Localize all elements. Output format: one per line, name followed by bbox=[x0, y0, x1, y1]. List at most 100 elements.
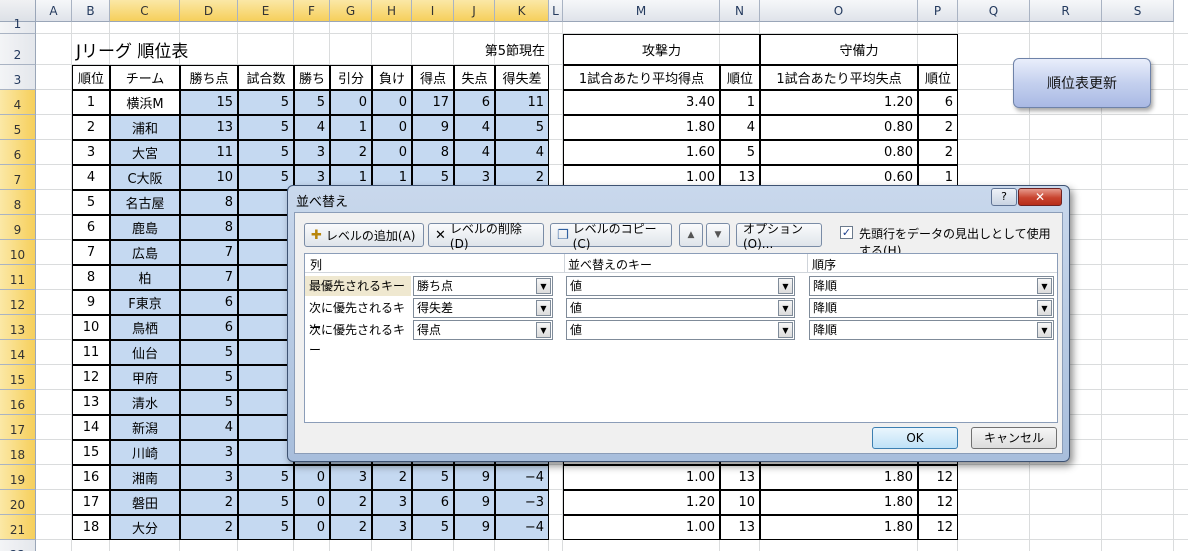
rank-cell[interactable]: 13 bbox=[72, 390, 110, 415]
points-cell[interactable]: 5 bbox=[180, 340, 238, 365]
defense-rank-cell[interactable]: 12 bbox=[918, 490, 958, 515]
team-cell[interactable]: 名古屋 bbox=[110, 190, 180, 215]
games-cell[interactable] bbox=[238, 415, 294, 440]
column-header-S[interactable]: S bbox=[1102, 0, 1174, 22]
defense-avg-cell[interactable]: 1.80 bbox=[760, 490, 918, 515]
sort-column-dropdown[interactable]: 得失差 ▼ bbox=[413, 298, 553, 318]
team-cell[interactable]: 新潟 bbox=[110, 415, 180, 440]
goal-diff-cell[interactable]: 4 bbox=[495, 140, 549, 165]
row-header-12[interactable]: 12 bbox=[0, 290, 36, 315]
cancel-button[interactable]: キャンセル bbox=[971, 427, 1057, 449]
team-cell[interactable]: 大宮 bbox=[110, 140, 180, 165]
points-cell[interactable]: 13 bbox=[180, 115, 238, 140]
attack-avg-cell[interactable]: 1.60 bbox=[563, 140, 720, 165]
rank-cell[interactable]: 12 bbox=[72, 365, 110, 390]
column-header-J[interactable]: J bbox=[454, 0, 495, 22]
wins-cell[interactable]: 5 bbox=[294, 90, 330, 115]
chevron-down-icon[interactable]: ▼ bbox=[536, 300, 551, 316]
points-cell[interactable]: 4 bbox=[180, 415, 238, 440]
close-button[interactable]: ✕ bbox=[1018, 188, 1062, 206]
games-cell[interactable]: 5 bbox=[238, 515, 294, 540]
chevron-down-icon[interactable]: ▼ bbox=[1037, 322, 1052, 338]
column-header-Q[interactable]: Q bbox=[958, 0, 1030, 22]
goal-diff-cell[interactable]: 5 bbox=[495, 115, 549, 140]
sort-key-dropdown[interactable]: 値 ▼ bbox=[566, 298, 795, 318]
defense-header[interactable]: 守備力 bbox=[760, 34, 958, 65]
points-cell[interactable]: 7 bbox=[180, 240, 238, 265]
goals-for-cell[interactable]: 17 bbox=[412, 90, 454, 115]
attack-rank-header[interactable]: 順位 bbox=[720, 65, 760, 90]
draws-cell[interactable]: 0 bbox=[330, 90, 372, 115]
rank-cell[interactable]: 15 bbox=[72, 440, 110, 465]
draws-cell[interactable]: 2 bbox=[330, 515, 372, 540]
attack-avg-cell[interactable]: 1.20 bbox=[563, 490, 720, 515]
team-cell[interactable]: F東京 bbox=[110, 290, 180, 315]
team-cell[interactable]: 磐田 bbox=[110, 490, 180, 515]
losses-cell[interactable]: 2 bbox=[372, 465, 412, 490]
column-header-N[interactable]: N bbox=[720, 0, 760, 22]
losses-cell[interactable]: 3 bbox=[372, 490, 412, 515]
attack-rank-cell[interactable]: 5 bbox=[720, 140, 760, 165]
points-cell[interactable]: 7 bbox=[180, 265, 238, 290]
attack-avg-cell[interactable]: 3.40 bbox=[563, 90, 720, 115]
delete-level-button[interactable]: ✕ レベルの削除(D) bbox=[428, 222, 544, 251]
as-of-label[interactable]: 第5節現在 bbox=[454, 34, 549, 65]
header-row-checkbox[interactable]: ✓ bbox=[840, 226, 853, 239]
goals-for-cell[interactable]: 9 bbox=[412, 115, 454, 140]
goals-against-cell[interactable]: 9 bbox=[454, 515, 495, 540]
points-cell[interactable]: 2 bbox=[180, 490, 238, 515]
rank-cell[interactable]: 5 bbox=[72, 190, 110, 215]
column-header-R[interactable]: R bbox=[1030, 0, 1102, 22]
attack-rank-cell[interactable]: 4 bbox=[720, 115, 760, 140]
points-cell[interactable]: 6 bbox=[180, 315, 238, 340]
points-cell[interactable]: 11 bbox=[180, 140, 238, 165]
row-header-7[interactable]: 7 bbox=[0, 165, 36, 190]
row-header-18[interactable]: 18 bbox=[0, 440, 36, 465]
rank-cell[interactable]: 9 bbox=[72, 290, 110, 315]
games-cell[interactable] bbox=[238, 440, 294, 465]
chevron-down-icon[interactable]: ▼ bbox=[536, 322, 551, 338]
table-header[interactable]: チーム bbox=[110, 65, 180, 90]
column-header-A[interactable]: A bbox=[36, 0, 72, 22]
attack-avg-cell[interactable]: 1.00 bbox=[563, 515, 720, 540]
row-header-11[interactable]: 11 bbox=[0, 265, 36, 290]
attack-avg-header[interactable]: 1試合あたり平均得点 bbox=[563, 65, 720, 90]
goals-against-cell[interactable]: 4 bbox=[454, 115, 495, 140]
points-cell[interactable]: 10 bbox=[180, 165, 238, 190]
goals-against-cell[interactable]: 9 bbox=[454, 465, 495, 490]
rank-cell[interactable]: 4 bbox=[72, 165, 110, 190]
row-header-10[interactable]: 10 bbox=[0, 240, 36, 265]
row-header-8[interactable]: 8 bbox=[0, 190, 36, 215]
row-header-2[interactable]: 2 bbox=[0, 34, 36, 65]
games-cell[interactable] bbox=[238, 315, 294, 340]
draws-cell[interactable]: 2 bbox=[330, 490, 372, 515]
rank-cell[interactable]: 10 bbox=[72, 315, 110, 340]
attack-avg-cell[interactable]: 1.00 bbox=[563, 465, 720, 490]
chevron-down-icon[interactable]: ▼ bbox=[1037, 300, 1052, 316]
row-header-3[interactable]: 3 bbox=[0, 65, 36, 90]
sort-key-dropdown[interactable]: 値 ▼ bbox=[566, 320, 795, 340]
team-cell[interactable]: 鹿島 bbox=[110, 215, 180, 240]
sort-order-dropdown[interactable]: 降順 ▼ bbox=[809, 298, 1054, 318]
defense-rank-cell[interactable]: 2 bbox=[918, 140, 958, 165]
wins-cell[interactable]: 4 bbox=[294, 115, 330, 140]
team-cell[interactable]: 横浜M bbox=[110, 90, 180, 115]
chevron-down-icon[interactable]: ▼ bbox=[536, 278, 551, 294]
points-cell[interactable]: 6 bbox=[180, 290, 238, 315]
column-header-K[interactable]: K bbox=[495, 0, 549, 22]
table-header[interactable]: 順位 bbox=[72, 65, 110, 90]
games-cell[interactable] bbox=[238, 215, 294, 240]
points-cell[interactable]: 8 bbox=[180, 190, 238, 215]
games-cell[interactable] bbox=[238, 340, 294, 365]
table-header[interactable]: 負け bbox=[372, 65, 412, 90]
rank-cell[interactable]: 3 bbox=[72, 140, 110, 165]
games-cell[interactable]: 5 bbox=[238, 115, 294, 140]
sheet-title[interactable]: Jリーグ 順位表 bbox=[72, 34, 294, 65]
column-header-P[interactable]: P bbox=[918, 0, 958, 22]
rank-cell[interactable]: 18 bbox=[72, 515, 110, 540]
rank-cell[interactable]: 16 bbox=[72, 465, 110, 490]
row-header-16[interactable]: 16 bbox=[0, 390, 36, 415]
table-header[interactable]: 試合数 bbox=[238, 65, 294, 90]
column-header-C[interactable]: C bbox=[110, 0, 180, 22]
losses-cell[interactable]: 0 bbox=[372, 90, 412, 115]
